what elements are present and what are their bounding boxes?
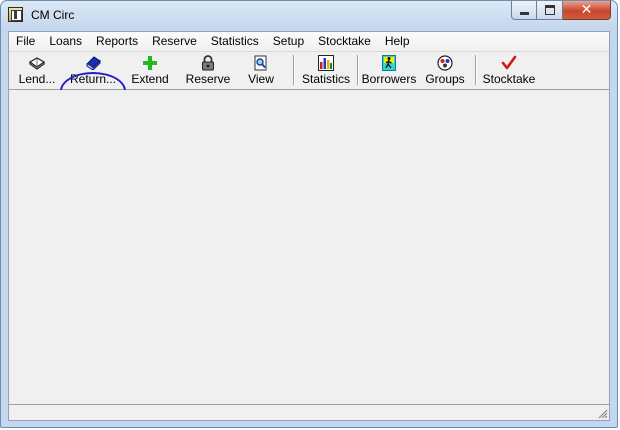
menu-reports[interactable]: Reports <box>89 32 145 51</box>
resize-grip-icon[interactable] <box>596 407 608 419</box>
title-bar[interactable]: CM Circ ✕ <box>1 1 617 31</box>
menu-bar: File Loans Reports Reserve Statistics Se… <box>9 32 609 52</box>
stocktake-label: Stocktake <box>482 72 536 86</box>
people-group-icon <box>436 55 454 71</box>
closed-book-icon <box>84 55 102 71</box>
toolbar: Lend... Return... Extend Reserve View St… <box>9 52 609 110</box>
open-book-icon <box>28 55 46 71</box>
reserve-button[interactable]: Reserve <box>183 53 233 87</box>
padlock-icon <box>199 55 217 71</box>
person-walking-icon <box>380 55 398 71</box>
lend-label: Lend... <box>18 72 56 86</box>
magnifier-icon <box>252 55 270 71</box>
minimize-icon <box>519 11 529 15</box>
menu-stocktake[interactable]: Stocktake <box>311 32 378 51</box>
toolbar-separator <box>357 55 359 85</box>
maximize-icon <box>544 5 555 15</box>
caption-buttons: ✕ <box>511 1 611 20</box>
statistics-button[interactable]: Statistics <box>301 53 351 87</box>
status-bar <box>9 404 609 420</box>
bar-chart-icon <box>317 55 335 71</box>
minimize-button[interactable] <box>511 1 537 20</box>
menu-file[interactable]: File <box>9 32 42 51</box>
menu-loans[interactable]: Loans <box>42 32 89 51</box>
lend-button[interactable]: Lend... <box>15 53 59 87</box>
view-label: View <box>248 72 274 86</box>
extend-label: Extend <box>131 72 169 86</box>
reserve-label: Reserve <box>185 72 231 86</box>
plus-icon <box>141 55 159 71</box>
workspace-area <box>9 90 609 406</box>
window-title: CM Circ <box>31 8 75 22</box>
groups-button[interactable]: Groups <box>423 53 467 87</box>
view-button[interactable]: View <box>243 53 279 87</box>
menu-statistics[interactable]: Statistics <box>204 32 266 51</box>
return-label: Return... <box>69 72 117 86</box>
app-icon[interactable] <box>8 7 23 22</box>
close-icon: ✕ <box>580 2 593 18</box>
stocktake-button[interactable]: Stocktake <box>481 53 537 87</box>
menu-reserve[interactable]: Reserve <box>145 32 204 51</box>
statistics-label: Statistics <box>301 72 350 86</box>
check-mark-icon <box>500 55 518 71</box>
borrowers-label: Borrowers <box>361 72 417 86</box>
return-button[interactable]: Return... <box>69 53 117 87</box>
borrowers-button[interactable]: Borrowers <box>361 53 417 87</box>
client-area: File Loans Reports Reserve Statistics Se… <box>8 31 610 421</box>
menu-setup[interactable]: Setup <box>266 32 311 51</box>
menu-help[interactable]: Help <box>378 32 417 51</box>
extend-button[interactable]: Extend <box>127 53 173 87</box>
toolbar-separator <box>293 55 295 85</box>
close-button[interactable]: ✕ <box>563 1 611 20</box>
toolbar-separator <box>475 55 477 85</box>
groups-label: Groups <box>425 72 465 86</box>
app-window: CM Circ ✕ File Loans Reports Reserve Sta… <box>0 0 618 428</box>
maximize-button[interactable] <box>537 1 563 20</box>
